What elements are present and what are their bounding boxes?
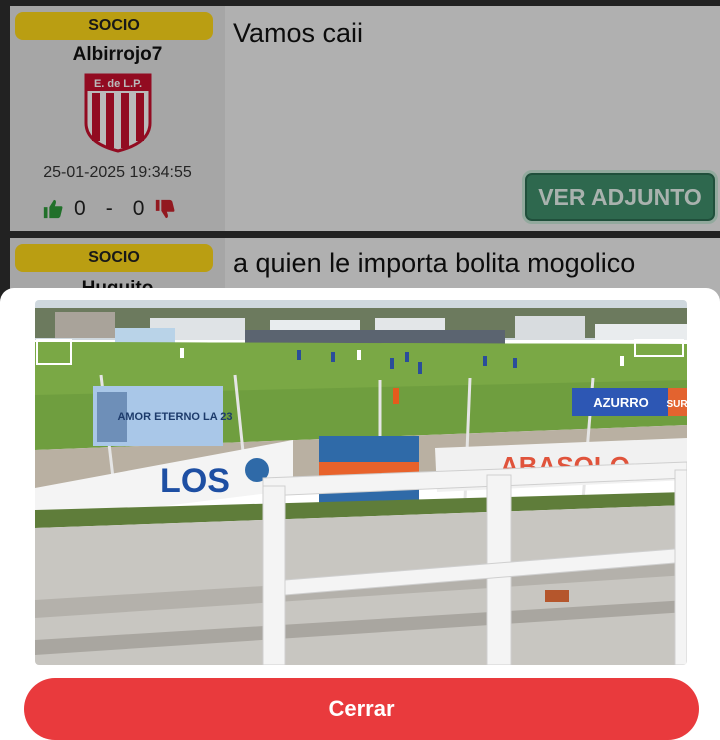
banner-los-text: LOS — [160, 462, 230, 500]
attachment-modal: AMOR ETERNO LA 23 AZURRO SUR ABASOLO LOS — [0, 288, 720, 740]
banner-azurro-text: AZURRO — [593, 395, 649, 410]
banner-amor-eterno-text: AMOR ETERNO LA 23 — [117, 411, 232, 423]
close-button[interactable]: Cerrar — [24, 678, 699, 740]
attachment-image: AMOR ETERNO LA 23 AZURRO SUR ABASOLO LOS — [35, 300, 687, 665]
banner-sur-text: SUR — [666, 399, 687, 410]
